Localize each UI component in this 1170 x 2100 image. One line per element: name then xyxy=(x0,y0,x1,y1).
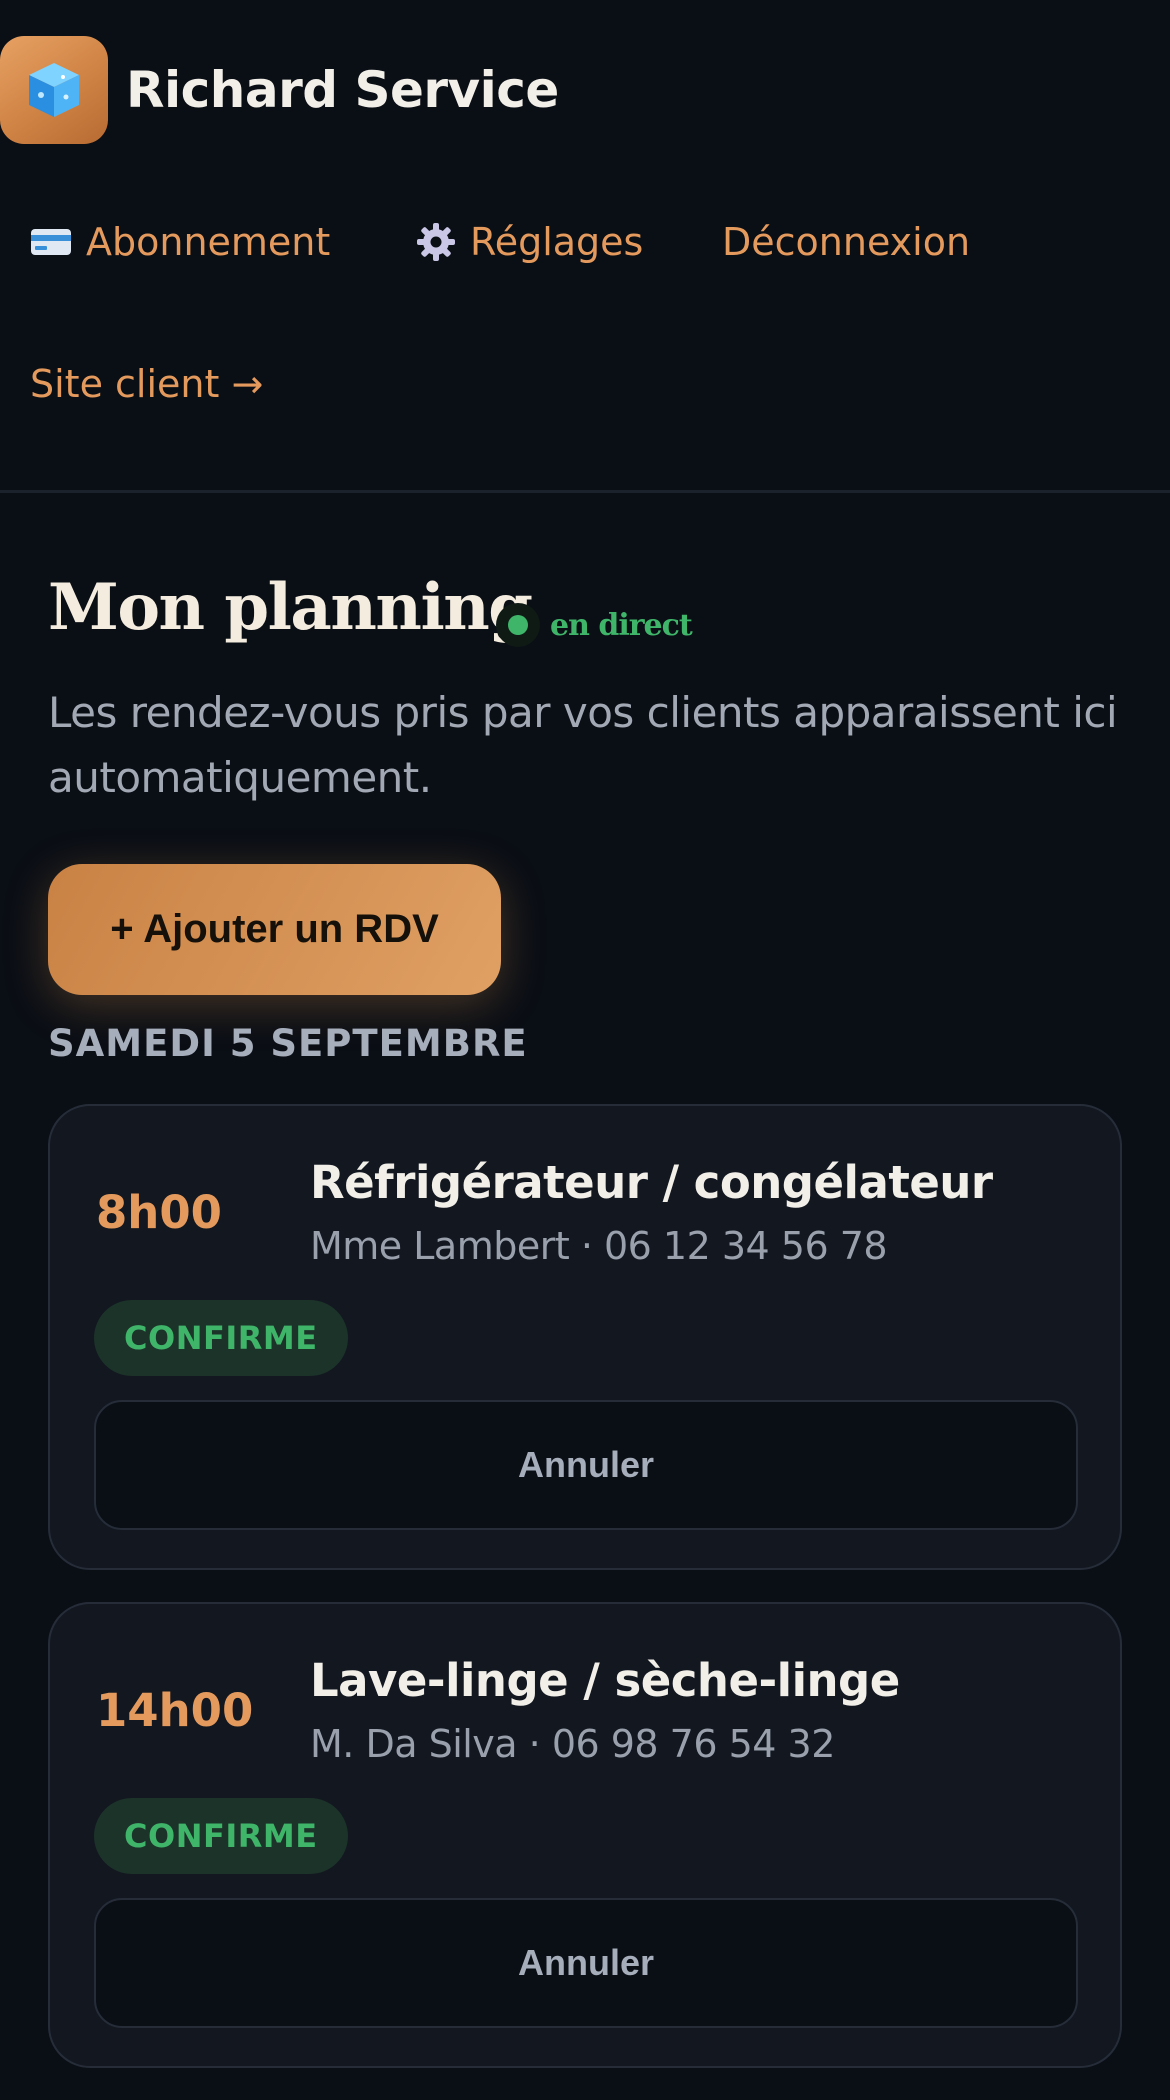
appointment-client: Mme Lambert · 06 12 34 56 78 xyxy=(310,1224,888,1268)
header-divider xyxy=(0,490,1170,493)
status-badge: CONFIRME xyxy=(94,1300,348,1376)
cancel-appointment-button[interactable]: Annuler xyxy=(94,1400,1078,1530)
day-heading: SAMEDI 5 SEPTEMBRE xyxy=(48,1022,528,1065)
appointment-title: Lave-linge / sèche-linge xyxy=(310,1654,900,1707)
appointment-time: 14h00 xyxy=(96,1684,254,1737)
ice-cube-icon xyxy=(0,36,108,144)
site-client-link[interactable]: Site client → xyxy=(30,362,263,406)
nav-reglages-label: Réglages xyxy=(470,220,644,264)
live-status-badge: en direct xyxy=(496,603,693,647)
appointment-title: Réfrigérateur / congélateur xyxy=(310,1156,993,1209)
nav-deconnexion-label: Déconnexion xyxy=(722,220,971,264)
appointment-time: 8h00 xyxy=(96,1186,222,1239)
live-status-label: en direct xyxy=(550,607,693,643)
nav-deconnexion-link[interactable]: Déconnexion xyxy=(722,220,970,264)
appointment-card: 8h00 Réfrigérateur / congélateur Mme Lam… xyxy=(48,1104,1122,1570)
app-name: Richard Service xyxy=(126,61,559,119)
live-dot-icon xyxy=(496,603,540,647)
credit-card-icon xyxy=(30,227,72,257)
page-subtitle: Les rendez-vous pris par vos clients app… xyxy=(48,688,1118,802)
appointment-card: 14h00 Lave-linge / sèche-linge M. Da Sil… xyxy=(48,1602,1122,2068)
page-title: Mon planning xyxy=(48,570,533,645)
appointment-client: M. Da Silva · 06 98 76 54 32 xyxy=(310,1722,835,1766)
add-appointment-button[interactable]: + Ajouter un RDV xyxy=(48,864,501,995)
nav-abonnement-link[interactable]: Abonnement xyxy=(30,220,330,264)
nav-reglages-link[interactable]: Réglages xyxy=(416,220,643,264)
brand-header: Richard Service xyxy=(0,36,559,144)
appointment-list: 8h00 Réfrigérateur / congélateur Mme Lam… xyxy=(48,1104,1122,2100)
nav-abonnement-label: Abonnement xyxy=(86,220,331,264)
cancel-appointment-button[interactable]: Annuler xyxy=(94,1898,1078,2028)
status-badge: CONFIRME xyxy=(94,1798,348,1874)
gear-icon xyxy=(416,222,456,262)
